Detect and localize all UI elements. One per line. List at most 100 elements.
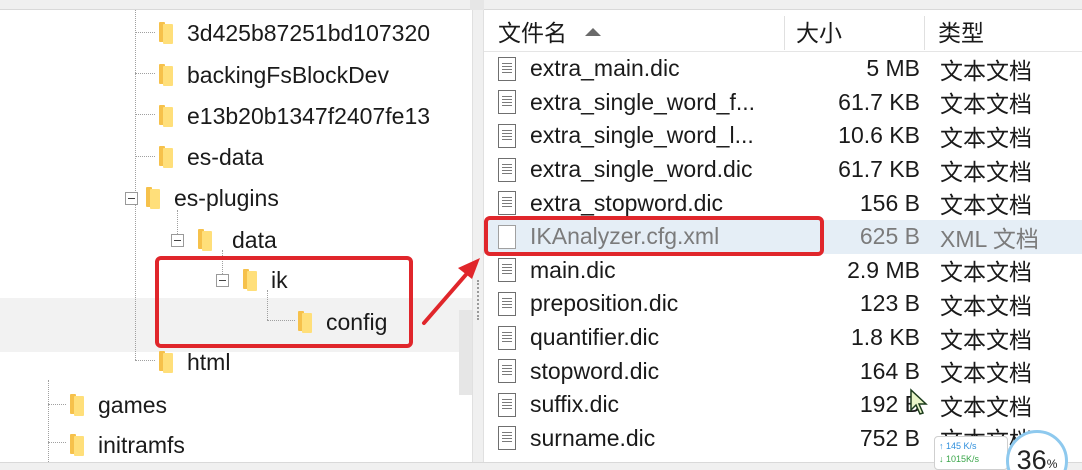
file-name: main.dic	[530, 256, 616, 283]
text-file-icon	[498, 123, 516, 148]
file-name: extra_single_word.dic	[530, 156, 753, 183]
file-type: 文本文档	[940, 192, 1032, 219]
tree-item[interactable]: es-data	[157, 140, 264, 174]
file-size: 1.8 KB	[850, 324, 920, 351]
folder-tree[interactable]: 3d425b87251bd107320 backingFsBlockDev e1…	[0, 10, 472, 462]
text-file-icon	[498, 291, 516, 316]
column-header-name[interactable]: 文件名	[498, 10, 601, 52]
text-file-icon	[498, 157, 516, 182]
folder-icon	[157, 64, 173, 86]
usage-percent: 36	[1016, 445, 1047, 470]
file-type: 文本文档	[940, 91, 1032, 118]
download-speed: ↓ 1015K/s	[939, 454, 980, 464]
folder-icon	[157, 22, 173, 44]
tree-item-label: e13b20b1347f2407fe13	[187, 102, 431, 129]
tree-item-label: html	[187, 348, 231, 375]
file-row[interactable]: main.dic 2.9 MB 文本文档	[484, 254, 1082, 288]
file-size: 61.7 KB	[838, 156, 920, 183]
tree-item-label: initramfs	[98, 431, 185, 458]
file-size: 192 B	[859, 391, 920, 418]
window-top-edge	[0, 0, 1082, 10]
tree-connector	[135, 73, 155, 74]
collapse-toggle-icon[interactable]	[171, 233, 184, 247]
folder-icon	[157, 351, 173, 373]
folder-icon	[196, 229, 212, 251]
collapse-toggle-icon[interactable]	[125, 191, 138, 205]
tree-item[interactable]: backingFsBlockDev	[157, 58, 389, 92]
file-type: 文本文档	[940, 326, 1032, 353]
file-row[interactable]: extra_stopword.dic 156 B 文本文档	[484, 186, 1082, 220]
tree-connector	[135, 360, 155, 361]
tree-item-es-plugins[interactable]: es-plugins	[125, 181, 279, 215]
tree-item[interactable]: e13b20b1347f2407fe13	[157, 99, 430, 133]
file-size: 5 MB	[866, 55, 920, 82]
file-size: 156 B	[859, 189, 920, 216]
folder-icon	[157, 105, 173, 127]
network-speed-box: ↑ 145 K/s ↓ 1015K/s	[934, 436, 1008, 470]
tree-connector	[48, 442, 66, 443]
file-row[interactable]: extra_single_word.dic 61.7 KB 文本文档	[484, 153, 1082, 187]
tree-scrollbar-thumb[interactable]	[459, 310, 472, 395]
file-name: surname.dic	[530, 424, 656, 451]
splitter-grip[interactable]	[477, 280, 480, 320]
file-row[interactable]: extra_single_word_f... 61.7 KB 文本文档	[484, 86, 1082, 120]
tree-item[interactable]: initramfs	[68, 428, 185, 462]
file-size: 61.7 KB	[838, 88, 920, 115]
file-name: extra_single_word_f...	[530, 88, 756, 115]
file-size: 164 B	[859, 357, 920, 384]
highlight-box-ik-config	[155, 256, 413, 348]
tree-item-label: 3d425b87251bd107320	[187, 19, 431, 46]
column-header-label: 大小	[796, 20, 842, 46]
text-file-icon	[498, 392, 516, 417]
text-file-icon	[498, 258, 516, 283]
tree-connector	[135, 156, 155, 157]
file-row[interactable]: quantifier.dic 1.8 KB 文本文档	[484, 321, 1082, 355]
column-header-label: 文件名	[498, 20, 567, 46]
pane-splitter[interactable]	[472, 10, 484, 462]
tree-item-label: data	[232, 226, 277, 253]
tree-connector	[48, 380, 49, 462]
file-type: 文本文档	[940, 360, 1032, 387]
tree-connector	[135, 205, 136, 360]
file-type: 文本文档	[940, 393, 1032, 420]
usage-percent-unit: %	[1046, 457, 1058, 470]
network-monitor-widget[interactable]: ↑ 145 K/s ↓ 1015K/s 36 %	[934, 430, 1082, 470]
tree-item[interactable]: html	[157, 345, 230, 379]
file-name: preposition.dic	[530, 290, 679, 317]
text-file-icon	[498, 191, 516, 216]
column-header-size[interactable]: 大小	[796, 10, 842, 52]
tree-item-label: backingFsBlockDev	[187, 61, 389, 88]
tree-connector	[135, 114, 155, 115]
text-file-icon	[498, 56, 516, 81]
file-size: 2.9 MB	[847, 256, 920, 283]
file-type: 文本文档	[940, 57, 1032, 84]
tree-item[interactable]: games	[68, 388, 167, 422]
file-row[interactable]: suffix.dic 192 B 文本文档	[484, 388, 1082, 422]
upload-speed: ↑ 145 K/s	[939, 441, 977, 451]
mouse-cursor-icon	[910, 388, 928, 415]
window-bottom-edge	[0, 462, 1082, 470]
file-name: extra_single_word_l...	[530, 122, 754, 149]
tree-item-label: games	[98, 391, 168, 418]
tree-item[interactable]: 3d425b87251bd107320	[157, 16, 430, 50]
file-row[interactable]: extra_single_word_l... 10.6 KB 文本文档	[484, 119, 1082, 153]
file-row[interactable]: stopword.dic 164 B 文本文档	[484, 354, 1082, 388]
column-divider[interactable]	[924, 16, 925, 50]
file-row[interactable]: extra_main.dic 5 MB 文本文档	[484, 52, 1082, 86]
file-type: 文本文档	[940, 292, 1032, 319]
top-separator	[470, 0, 484, 10]
column-header-label: 类型	[938, 20, 984, 46]
tree-item-label: es-data	[187, 143, 264, 170]
tree-item-data[interactable]: data	[171, 223, 277, 257]
file-name: stopword.dic	[530, 357, 660, 384]
tree-connector	[135, 10, 136, 195]
file-name: suffix.dic	[530, 391, 620, 418]
column-header-type[interactable]: 类型	[938, 10, 984, 52]
tree-connector	[48, 404, 66, 405]
highlight-box-ikanalyzer	[484, 216, 824, 256]
file-row[interactable]: preposition.dic 123 B 文本文档	[484, 287, 1082, 321]
column-divider[interactable]	[784, 16, 785, 50]
text-file-icon	[498, 90, 516, 115]
file-type: 文本文档	[940, 124, 1032, 151]
file-size: 752 B	[859, 424, 920, 451]
